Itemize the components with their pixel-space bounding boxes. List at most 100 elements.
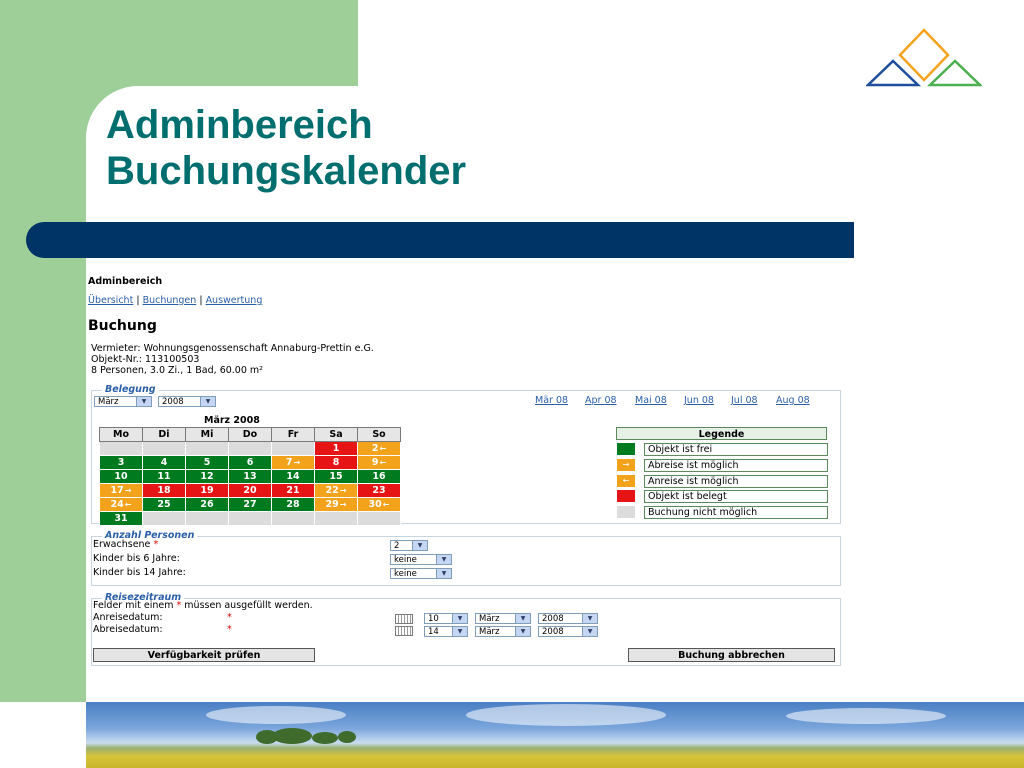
check-availability-button[interactable]: Verfügbarkeit prüfen (93, 648, 315, 662)
slide-title-line1: Adminbereich (106, 103, 373, 147)
arrow-left-icon: ← (622, 475, 630, 485)
occupancy-legend: Belegung (102, 384, 159, 396)
day-number: 22 (325, 485, 339, 496)
calendar-day[interactable]: 14 (271, 469, 315, 484)
nav-separator: | (199, 295, 203, 306)
adults-select-value: 2 (394, 541, 400, 551)
month-link[interactable]: Apr 08 (585, 395, 617, 407)
legend-label: Objekt ist frei (644, 443, 828, 456)
kids6-select[interactable]: keine ▼ (390, 554, 452, 565)
weekday-header: Mi (185, 427, 229, 442)
departure-month-select[interactable]: März ▼ (475, 626, 531, 637)
arrival-day-select[interactable]: 10 ▼ (424, 613, 468, 624)
day-number: 6 (246, 457, 254, 468)
calendar-day[interactable]: 24← (99, 497, 143, 512)
arrival-year-select[interactable]: 2008 ▼ (538, 613, 598, 624)
month-select[interactable]: März ▼ (94, 396, 152, 407)
calendar-empty-cell (142, 511, 186, 526)
arrow-left-icon: ← (124, 500, 132, 509)
calendar-day[interactable]: 1 (314, 441, 358, 456)
calendar-day[interactable]: 22→ (314, 483, 358, 498)
year-select[interactable]: 2008 ▼ (158, 396, 216, 407)
adults-select[interactable]: 2 ▼ (390, 540, 428, 551)
arrow-right-icon: → (339, 500, 347, 509)
arrival-day-value: 10 (428, 614, 439, 624)
calendar-day[interactable]: 15 (314, 469, 358, 484)
month-link[interactable]: Mai 08 (635, 395, 667, 407)
calendar-day[interactable]: 6 (228, 455, 272, 470)
calendar-day[interactable]: 29→ (314, 497, 358, 512)
day-number: 23 (372, 485, 386, 496)
calendar-day[interactable]: 5 (185, 455, 229, 470)
departure-day-select[interactable]: 14 ▼ (424, 626, 468, 637)
calendar-empty-cell (357, 511, 401, 526)
page-heading: Buchung (88, 318, 157, 334)
day-number: 20 (243, 485, 257, 496)
chevron-down-icon: ▼ (582, 627, 597, 636)
calendar-day[interactable]: 28 (271, 497, 315, 512)
calendar-day[interactable]: 3 (99, 455, 143, 470)
required-mark: * (176, 600, 182, 611)
arrow-right-icon: → (124, 486, 132, 495)
nav-overview-link[interactable]: Übersicht (88, 295, 133, 306)
kids14-select-value: keine (394, 569, 417, 579)
nav-evaluation-link[interactable]: Auswertung (206, 295, 263, 306)
day-number: 8 (332, 457, 340, 468)
booking-screenshot: Adminbereich Übersicht | Buchungen | Aus… (86, 270, 841, 670)
calendar-day[interactable]: 17→ (99, 483, 143, 498)
calendar-day[interactable]: 10 (99, 469, 143, 484)
departure-year-select[interactable]: 2008 ▼ (538, 626, 598, 637)
month-link[interactable]: Jun 08 (684, 395, 714, 407)
arrow-left-icon: ← (379, 458, 387, 467)
required-note: Felder mit einem * müssen ausgefüllt wer… (93, 600, 313, 612)
kids6-label: Kinder bis 6 Jahre: (93, 553, 180, 564)
month-link[interactable]: Jul 08 (731, 395, 758, 407)
calendar-day[interactable]: 16 (357, 469, 401, 484)
legend-label: Objekt ist belegt (644, 490, 828, 504)
calendar-day[interactable]: 20 (228, 483, 272, 498)
day-number: 28 (286, 499, 300, 510)
calendar-day[interactable]: 23 (357, 483, 401, 498)
calendar-day[interactable]: 26 (185, 497, 229, 512)
arrival-month-select[interactable]: März ▼ (475, 613, 531, 624)
calendar-day[interactable]: 13 (228, 469, 272, 484)
object-details-text: 8 Personen, 3.0 Zi., 1 Bad, 60.00 m² (91, 365, 263, 376)
legend-label: Abreise ist möglich (644, 458, 828, 472)
day-number: 25 (157, 499, 171, 510)
calendar-day[interactable]: 7→ (271, 455, 315, 470)
calendar-day[interactable]: 25 (142, 497, 186, 512)
calendar-day[interactable]: 4 (142, 455, 186, 470)
legend-label: Buchung nicht möglich (644, 506, 828, 520)
legend-title: Legende (616, 427, 827, 440)
calendar-icon[interactable] (395, 614, 413, 624)
calendar-day[interactable]: 12 (185, 469, 229, 484)
day-number: 3 (117, 457, 125, 468)
calendar-empty-cell (228, 511, 272, 526)
calendar-day[interactable]: 27 (228, 497, 272, 512)
calendar-day[interactable]: 30← (357, 497, 401, 512)
adults-label-text: Erwachsene (93, 539, 151, 550)
chevron-down-icon: ▼ (412, 541, 427, 550)
calendar-day[interactable]: 9← (357, 455, 401, 470)
month-link[interactable]: Aug 08 (776, 395, 810, 407)
departure-label: Abreisedatum: (93, 624, 163, 635)
month-select-value: März (98, 397, 119, 407)
kids14-select[interactable]: keine ▼ (390, 568, 452, 579)
slide-title: Adminbereich Buchungskalender (106, 102, 466, 194)
adults-label: Erwachsene * (93, 539, 158, 551)
month-link[interactable]: Mär 08 (535, 395, 568, 407)
arrow-right-icon: → (339, 486, 347, 495)
calendar-day[interactable]: 31 (99, 511, 143, 526)
calendar-icon[interactable] (395, 626, 413, 636)
calendar-day[interactable]: 8 (314, 455, 358, 470)
calendar-day[interactable]: 18 (142, 483, 186, 498)
section-label: Adminbereich (88, 276, 163, 287)
calendar-day[interactable]: 2← (357, 441, 401, 456)
calendar-day[interactable]: 21 (271, 483, 315, 498)
calendar-day[interactable]: 19 (185, 483, 229, 498)
day-number: 27 (243, 499, 257, 510)
arrow-right-icon: → (622, 459, 630, 469)
nav-bookings-link[interactable]: Buchungen (143, 295, 197, 306)
calendar-day[interactable]: 11 (142, 469, 186, 484)
cancel-booking-button[interactable]: Buchung abbrechen (628, 648, 835, 662)
